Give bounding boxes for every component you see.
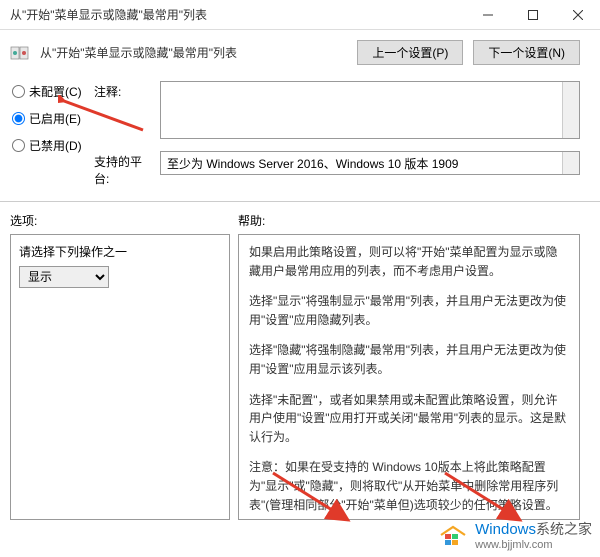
comment-label: 注释: [94, 81, 156, 100]
close-button[interactable] [555, 0, 600, 30]
comment-textarea[interactable] [160, 81, 580, 139]
policy-icon [10, 44, 30, 62]
help-p4: 选择"未配置"，或者如果禁用或未配置此策略设置，则允许用户使用"设置"应用打开或… [249, 391, 569, 447]
next-setting-button[interactable]: 下一个设置(N) [473, 40, 580, 65]
help-p1: 如果启用此策略设置，则可以将"开始"菜单配置为显示或隐藏用户最常用应用的列表，而… [249, 243, 569, 280]
option-select[interactable]: 显示 [19, 266, 109, 288]
options-panel: 请选择下列操作之一 显示 [10, 234, 230, 520]
watermark-url: www.bjjmlv.com [475, 539, 592, 551]
watermark-logo-icon [437, 521, 469, 549]
prev-setting-button[interactable]: 上一个设置(P) [357, 40, 463, 65]
radio-not-configured[interactable] [12, 85, 25, 98]
close-icon [573, 10, 583, 20]
minimize-button[interactable] [465, 0, 510, 30]
header-title: 从"开始"菜单显示或隐藏"最常用"列表 [40, 44, 347, 61]
radio-enabled-label[interactable]: 已启用(E) [29, 110, 81, 127]
minimize-icon [483, 10, 493, 20]
help-p2: 选择"显示"将强制显示"最常用"列表，并且用户无法更改为使用"设置"应用隐藏列表… [249, 292, 569, 329]
help-panel: 如果启用此策略设置，则可以将"开始"菜单配置为显示或隐藏用户最常用应用的列表，而… [238, 234, 580, 520]
watermark-main: Windows系统之家 [475, 519, 592, 539]
help-label: 帮助: [238, 212, 265, 229]
window-title: 从"开始"菜单显示或隐藏"最常用"列表 [10, 6, 465, 23]
radio-not-configured-label[interactable]: 未配置(C) [29, 83, 82, 100]
radio-disabled[interactable] [12, 139, 25, 152]
platform-field: 至少为 Windows Server 2016、Windows 10 版本 19… [160, 151, 580, 175]
platform-value: 至少为 Windows Server 2016、Windows 10 版本 19… [167, 155, 458, 172]
maximize-button[interactable] [510, 0, 555, 30]
help-p5: 注意：如果在受支持的 Windows 10版本上将此策略配置为"显示"或"隐藏"… [249, 458, 569, 514]
radio-enabled[interactable] [12, 112, 25, 125]
radio-disabled-label[interactable]: 已禁用(D) [29, 137, 82, 154]
platform-label: 支持的平台: [94, 151, 156, 187]
watermark: Windows系统之家 www.bjjmlv.com [437, 519, 592, 551]
options-label: 选项: [10, 212, 238, 229]
option-prompt: 请选择下列操作之一 [19, 243, 221, 260]
maximize-icon [528, 10, 538, 20]
help-p3: 选择"隐藏"将强制隐藏"最常用"列表，并且用户无法更改为使用"设置"应用显示该列… [249, 341, 569, 378]
